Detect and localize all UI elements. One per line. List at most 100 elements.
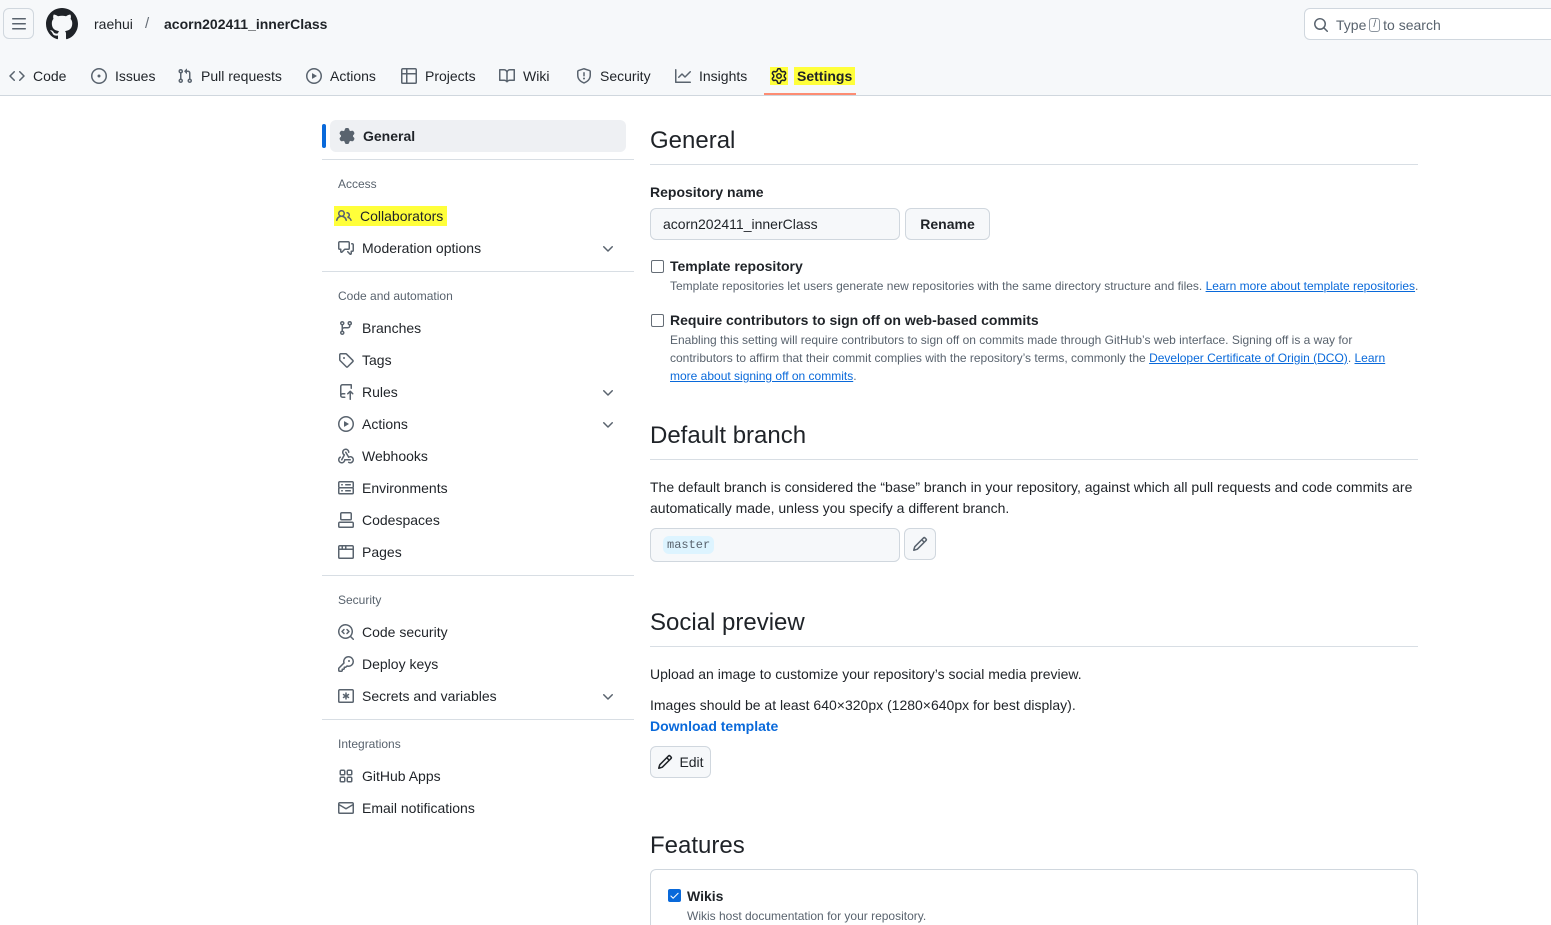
tab-wiki-label: Wiki [523, 68, 550, 84]
search-input[interactable]: Type / to search [1304, 8, 1551, 40]
sidebar-divider [322, 719, 634, 720]
sidebar-item-rules[interactable]: Rules [330, 376, 626, 408]
sidebar-item-branches-label: Branches [362, 320, 422, 336]
sidebar-item-github-apps[interactable]: GitHub Apps [330, 760, 626, 792]
webhook-icon [338, 448, 354, 464]
signoff-desc-mid: . [1347, 351, 1352, 365]
repo-header: raehui / acorn202411_innerClass Type / t… [0, 0, 1551, 96]
sidebar-item-general[interactable]: General [330, 120, 626, 152]
sidebar-item-codespaces[interactable]: Codespaces [330, 504, 626, 536]
mail-icon [338, 800, 354, 816]
tab-security[interactable]: Security [576, 56, 651, 96]
edit-button-label: Edit [679, 754, 704, 770]
sidebar-divider [322, 575, 634, 576]
download-template-link[interactable]: Download template [650, 718, 778, 734]
key-icon [338, 656, 354, 672]
signoff-title: Require contributors to sign off on web-… [670, 312, 1039, 328]
template-repo-checkbox[interactable] [651, 260, 664, 273]
tab-insights[interactable]: Insights [675, 56, 747, 96]
tab-pull-requests-label: Pull requests [201, 68, 282, 84]
default-branch-name: master [663, 536, 715, 554]
shield-icon [576, 68, 592, 84]
sidebar-item-email-notifications[interactable]: Email notifications [330, 792, 626, 824]
chevron-down-icon [600, 241, 616, 257]
menu-button[interactable] [3, 8, 34, 39]
tab-settings-label: Settings [794, 67, 856, 85]
search-icon [1313, 17, 1329, 33]
search-placeholder-suffix: to search [1383, 17, 1441, 33]
breadcrumb-owner[interactable]: raehui [94, 16, 133, 32]
sidebar-item-environments[interactable]: Environments [330, 472, 626, 504]
tag-icon [338, 352, 354, 368]
sidebar-item-actions-label: Actions [362, 416, 408, 432]
comment-discussion-icon [338, 240, 354, 256]
sidebar-heading-integrations: Integrations [338, 737, 401, 751]
sidebar-heading-security: Security [338, 593, 382, 607]
breadcrumb-repo[interactable]: acorn202411_innerClass [164, 16, 327, 32]
wikis-checkbox[interactable] [668, 889, 681, 902]
tab-code[interactable]: Code [9, 56, 66, 96]
chevron-down-icon [600, 385, 616, 401]
edit-social-preview-button[interactable]: Edit [650, 746, 711, 778]
tab-issues[interactable]: Issues [91, 56, 155, 96]
tab-settings[interactable]: Settings [770, 56, 856, 96]
github-logo-icon[interactable] [46, 8, 78, 40]
pencil-icon [657, 754, 673, 770]
search-placeholder-prefix: Type [1336, 17, 1367, 33]
rename-button[interactable]: Rename [905, 208, 990, 240]
signoff-checkbox[interactable] [651, 314, 664, 327]
graph-icon [675, 68, 691, 84]
sidebar-item-rules-label: Rules [362, 384, 398, 400]
wikis-title: Wikis [687, 888, 724, 904]
edit-default-branch-button[interactable] [904, 528, 936, 560]
default-branch-field: master [650, 528, 900, 562]
pencil-icon [912, 536, 928, 552]
template-repo-desc: Template repositories let users generate… [670, 277, 1430, 295]
play-icon [338, 416, 354, 432]
book-icon [499, 68, 515, 84]
signoff-desc-end: . [853, 369, 857, 383]
sidebar-item-deploy-keys[interactable]: Deploy keys [330, 648, 626, 680]
sidebar-item-secrets[interactable]: Secrets and variables [330, 680, 626, 712]
sidebar-item-environments-label: Environments [362, 480, 448, 496]
tab-actions-label: Actions [330, 68, 376, 84]
repo-name-input[interactable] [650, 208, 900, 240]
section-title-features: Features [650, 832, 745, 859]
sidebar-item-actions[interactable]: Actions [330, 408, 626, 440]
active-indicator [322, 124, 326, 148]
tab-insights-label: Insights [699, 68, 748, 84]
sidebar-item-moderation[interactable]: Moderation options [330, 232, 626, 264]
hamburger-icon [11, 16, 27, 32]
sidebar-item-webhooks[interactable]: Webhooks [330, 440, 626, 472]
chevron-down-icon [600, 689, 616, 705]
dco-link[interactable]: Developer Certificate of Origin (DCO) [1149, 351, 1348, 365]
sidebar-heading-code-automation: Code and automation [338, 289, 453, 303]
sidebar-item-collaborators[interactable]: Collaborators [330, 200, 626, 232]
tab-issues-label: Issues [115, 68, 156, 84]
tab-actions[interactable]: Actions [306, 56, 376, 96]
people-icon [336, 208, 352, 224]
repo-name-label: Repository name [650, 184, 764, 200]
sidebar-item-tags[interactable]: Tags [330, 344, 626, 376]
sidebar-item-general-label: General [363, 128, 416, 144]
sidebar-item-code-security[interactable]: Code security [330, 616, 626, 648]
section-title-default-branch: Default branch [650, 422, 807, 449]
sidebar-item-collaborators-label: Collaborators [360, 208, 444, 224]
tab-wiki[interactable]: Wiki [499, 56, 549, 96]
sidebar-item-pages[interactable]: Pages [330, 536, 626, 568]
sidebar-item-deploy-keys-label: Deploy keys [362, 656, 439, 672]
template-learn-more-link[interactable]: Learn more about template repositories [1206, 279, 1415, 293]
social-preview-size: Images should be at least 640×320px (128… [650, 697, 1076, 713]
sidebar-item-branches[interactable]: Branches [330, 312, 626, 344]
gear-icon [770, 67, 788, 85]
sidebar-item-secrets-label: Secrets and variables [362, 688, 497, 704]
section-divider [650, 646, 1418, 647]
tab-projects[interactable]: Projects [401, 56, 476, 96]
breadcrumb-separator: / [145, 15, 150, 32]
sidebar-item-code-security-label: Code security [362, 624, 448, 640]
server-icon [338, 480, 354, 496]
tab-pull-requests[interactable]: Pull requests [177, 56, 282, 96]
chevron-down-icon [600, 417, 616, 433]
sidebar-item-moderation-label: Moderation options [362, 240, 482, 256]
asterisk-icon [338, 688, 354, 704]
